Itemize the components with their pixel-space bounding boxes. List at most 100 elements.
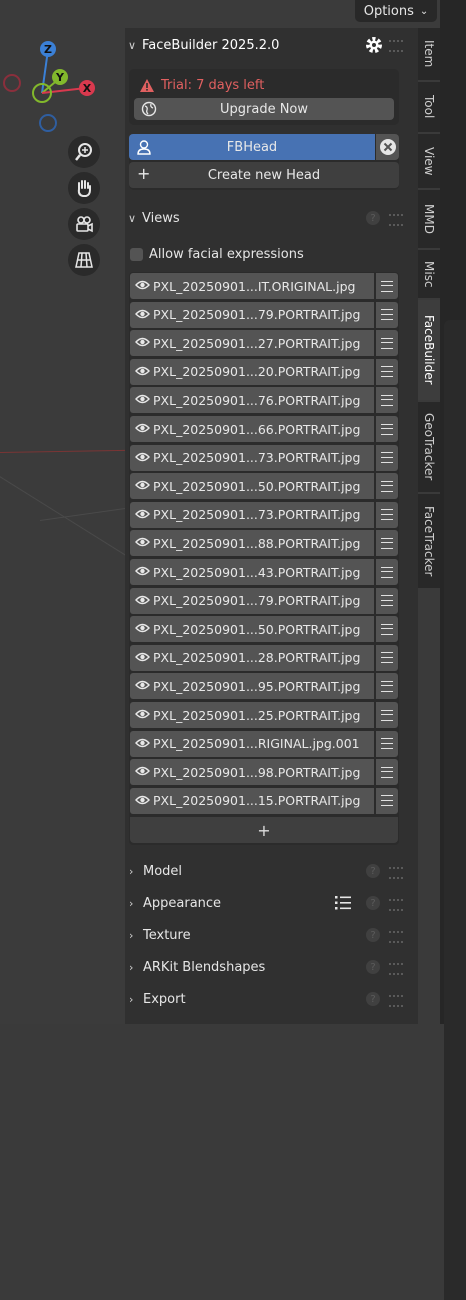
view-item[interactable]: PXL_20250901...73.PORTRAIT.jpg <box>130 501 374 528</box>
view-menu-button[interactable] <box>376 387 398 414</box>
view-row[interactable]: PXL_20250901...73.PORTRAIT.jpg <box>130 444 398 472</box>
eye-icon[interactable] <box>135 479 153 493</box>
view-menu-button[interactable] <box>376 416 398 442</box>
eye-icon[interactable] <box>135 565 153 579</box>
facebuilder-header[interactable]: ∨ FaceBuilder 2025.2.0 <box>128 34 279 56</box>
view-menu-button[interactable] <box>376 787 398 814</box>
view-item[interactable]: PXL_20250901...RIGINAL.jpg.001 <box>130 730 374 757</box>
negative-z-axis[interactable] <box>39 114 57 132</box>
view-row[interactable]: PXL_20250901...79.PORTRAIT.jpg <box>130 587 398 615</box>
pan-view-button[interactable] <box>68 172 100 204</box>
help-icon[interactable]: ? <box>366 896 380 910</box>
checkbox[interactable] <box>130 247 143 261</box>
eye-icon[interactable] <box>135 422 153 436</box>
view-row[interactable]: PXL_20250901...25.PORTRAIT.jpg <box>130 702 398 729</box>
eye-icon[interactable] <box>135 393 153 407</box>
eye-icon[interactable] <box>135 536 153 550</box>
view-menu-button[interactable] <box>376 587 398 614</box>
eye-icon[interactable] <box>135 765 153 779</box>
view-row[interactable]: PXL_20250901...20.PORTRAIT.jpg <box>130 358 398 386</box>
view-menu-button[interactable] <box>376 759 398 786</box>
view-menu-button[interactable] <box>376 358 398 385</box>
view-item[interactable]: PXL_20250901...27.PORTRAIT.jpg <box>130 330 374 357</box>
section-texture[interactable]: › Texture <box>129 922 399 948</box>
upgrade-now-button[interactable]: Upgrade Now <box>134 98 394 120</box>
view-row[interactable]: PXL_20250901...RIGINAL.jpg.001 <box>130 730 398 758</box>
negative-x-axis[interactable] <box>3 74 21 92</box>
head-item-fbhead[interactable]: FBHead <box>129 134 375 160</box>
view-menu-button[interactable] <box>376 644 398 671</box>
view-item[interactable]: PXL_20250901...95.PORTRAIT.jpg <box>130 673 374 700</box>
options-dropdown[interactable]: Options ⌄ <box>355 0 437 22</box>
eye-icon[interactable] <box>135 451 153 465</box>
view-row[interactable]: PXL_20250901...98.PORTRAIT.jpg <box>130 759 398 786</box>
view-item[interactable]: PXL_20250901...50.PORTRAIT.jpg <box>130 616 374 643</box>
view-menu-button[interactable] <box>376 444 398 471</box>
view-item[interactable]: PXL_20250901...50.PORTRAIT.jpg <box>130 473 374 500</box>
eye-icon[interactable] <box>135 308 153 322</box>
eye-icon[interactable] <box>135 336 153 350</box>
drag-handle[interactable] <box>389 899 403 911</box>
tab-misc[interactable]: Misc <box>418 250 440 298</box>
add-view-button[interactable]: + <box>130 817 398 843</box>
eye-icon[interactable] <box>135 737 153 751</box>
view-item[interactable]: PXL_20250901...28.PORTRAIT.jpg <box>130 644 374 671</box>
view-item[interactable]: PXL_20250901...79.PORTRAIT.jpg <box>130 301 374 328</box>
view-row[interactable]: PXL_20250901...IT.ORIGINAL.jpg <box>130 273 398 300</box>
drag-handle[interactable] <box>389 931 403 943</box>
list-icon[interactable] <box>334 895 352 911</box>
drag-handle[interactable] <box>389 995 403 1007</box>
view-menu-button[interactable] <box>376 730 398 757</box>
eye-icon[interactable] <box>135 279 153 293</box>
view-row[interactable]: PXL_20250901...28.PORTRAIT.jpg <box>130 644 398 672</box>
view-row[interactable]: PXL_20250901...88.PORTRAIT.jpg <box>130 530 398 557</box>
tab-facebuilder[interactable]: FaceBuilder <box>418 300 440 400</box>
view-menu-button[interactable] <box>376 559 398 585</box>
section-appearance[interactable]: › Appearance <box>129 890 399 916</box>
section-arkit-blendshapes[interactable]: › ARKit Blendshapes <box>129 954 399 980</box>
view-row[interactable]: PXL_20250901...95.PORTRAIT.jpg <box>130 673 398 700</box>
help-icon[interactable]: ? <box>366 992 380 1006</box>
view-menu-button[interactable] <box>376 330 398 357</box>
tab-item[interactable]: Item <box>418 28 440 80</box>
section-model[interactable]: › Model <box>129 858 399 884</box>
view-row[interactable]: PXL_20250901...15.PORTRAIT.jpg <box>130 787 398 815</box>
3d-viewport[interactable] <box>0 0 125 1024</box>
view-item[interactable]: PXL_20250901...66.PORTRAIT.jpg <box>130 416 374 442</box>
drag-handle[interactable] <box>389 40 403 52</box>
view-menu-button[interactable] <box>376 301 398 328</box>
remove-head-button[interactable] <box>376 134 399 160</box>
drag-handle[interactable] <box>389 867 403 879</box>
help-icon[interactable]: ? <box>366 864 380 878</box>
view-row[interactable]: PXL_20250901...50.PORTRAIT.jpg <box>130 616 398 643</box>
tab-geotracker[interactable]: GeoTracker <box>418 402 440 492</box>
view-menu-button[interactable] <box>376 273 398 299</box>
section-export[interactable]: › Export <box>129 986 399 1012</box>
allow-expressions-toggle[interactable]: Allow facial expressions <box>130 245 304 263</box>
view-row[interactable]: PXL_20250901...79.PORTRAIT.jpg <box>130 301 398 329</box>
view-item[interactable]: PXL_20250901...76.PORTRAIT.jpg <box>130 387 374 414</box>
views-header[interactable]: ∨ Views <box>128 207 180 229</box>
tab-tool[interactable]: Tool <box>418 82 440 132</box>
view-item[interactable]: PXL_20250901...43.PORTRAIT.jpg <box>130 559 374 585</box>
eye-icon[interactable] <box>135 679 153 693</box>
view-menu-button[interactable] <box>376 616 398 643</box>
tab-facetracker[interactable]: FaceTracker <box>418 494 440 588</box>
tab-mmd[interactable]: MMD <box>418 190 440 248</box>
tab-view[interactable]: View <box>418 134 440 188</box>
drag-handle[interactable] <box>389 214 403 226</box>
view-row[interactable]: PXL_20250901...50.PORTRAIT.jpg <box>130 473 398 500</box>
view-row[interactable]: PXL_20250901...73.PORTRAIT.jpg <box>130 501 398 529</box>
view-item[interactable]: PXL_20250901...79.PORTRAIT.jpg <box>130 587 374 614</box>
create-new-head-button[interactable]: + Create new Head <box>129 162 399 188</box>
view-row[interactable]: PXL_20250901...66.PORTRAIT.jpg <box>130 416 398 443</box>
view-item[interactable]: PXL_20250901...98.PORTRAIT.jpg <box>130 759 374 786</box>
eye-icon[interactable] <box>135 622 153 636</box>
view-menu-button[interactable] <box>376 702 398 728</box>
view-item[interactable]: PXL_20250901...20.PORTRAIT.jpg <box>130 358 374 385</box>
camera-view-button[interactable] <box>68 208 100 240</box>
navigation-gizmo[interactable]: Z Y X <box>0 38 110 138</box>
ortho-view-button[interactable] <box>68 244 100 276</box>
view-menu-button[interactable] <box>376 673 398 700</box>
eye-icon[interactable] <box>135 708 153 722</box>
